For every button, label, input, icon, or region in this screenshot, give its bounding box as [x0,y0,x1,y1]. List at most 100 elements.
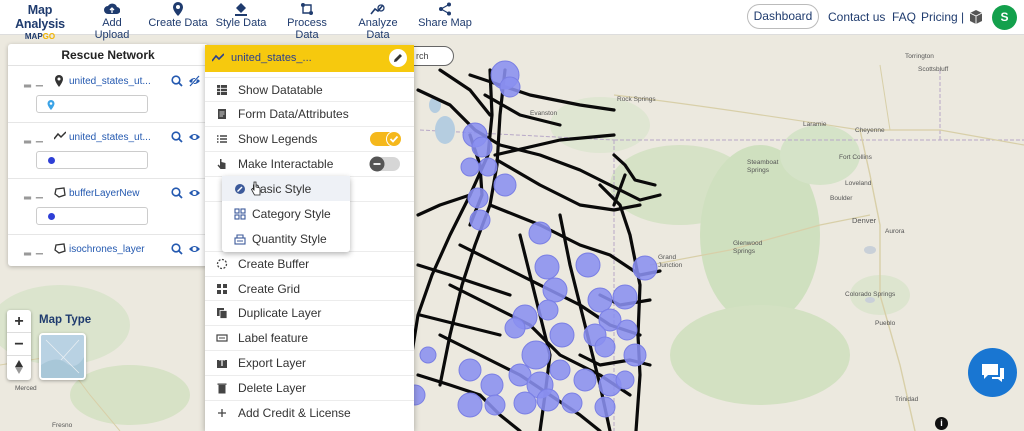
menu-header: united_states_... [205,45,414,72]
minus-knob-icon [369,156,385,172]
layer-row[interactable]: ═ ─ isochrones_layer [8,235,208,266]
drag-handle-icon[interactable]: ═ ─ [24,137,44,148]
menu-label: Duplicate Layer [238,306,322,320]
zoom-to-layer-icon[interactable] [171,131,183,143]
nav-share-map[interactable]: Share Map [418,2,472,29]
submenu-basic-style[interactable]: Basic Style [222,176,350,201]
pricing-link[interactable]: Pricing | [921,10,964,24]
map-label: Pueblo [875,320,896,327]
chat-icon [982,364,1004,382]
menu-export-layer[interactable]: Export Layer [205,350,414,374]
submenu-category-style[interactable]: Category Style [222,201,350,226]
menu-add-credit[interactable]: Add Credit & License [205,400,414,424]
search-text: rch [416,51,429,61]
map-label: Steamboat Springs [747,159,779,174]
submenu-quantity-style[interactable]: Quantity Style [222,226,350,251]
nav-add-upload[interactable]: Add Upload [84,2,140,41]
satellite-thumbnail-icon [41,335,84,378]
nav-process-data[interactable]: Process Data [274,2,340,41]
nav-create-data[interactable]: Create Data [148,2,208,29]
faq-link[interactable]: FAQ [892,10,916,24]
reset-north-button[interactable] [7,356,31,379]
grid-icon [217,284,227,294]
brand-logo[interactable]: Map Analysis MAPGO [6,3,74,41]
eye-icon[interactable] [188,187,201,199]
map-label: Loveland [845,180,872,187]
menu-create-buffer[interactable]: Create Buffer [205,251,414,275]
table-icon [217,85,227,95]
submenu-label: Category Style [252,207,331,221]
menu-make-interactable[interactable]: Make Interactable [205,151,414,175]
point-symbol-icon [47,100,55,110]
menu-form-data[interactable]: Form Data/Attributes [205,101,414,125]
layer-legend [36,95,148,113]
edit-layer-button[interactable] [389,49,407,67]
menu-delete-layer[interactable]: Delete Layer [205,375,414,399]
layer-row[interactable]: ═ ─ united_states_ut... [8,123,208,179]
zoom-to-layer-icon[interactable] [171,75,183,87]
menu-layer-name: united_states_... [231,52,312,64]
nav-label: Create Data [148,17,208,29]
map-label: Glenwood Springs [733,240,763,255]
show-legends-toggle[interactable] [370,131,402,147]
pencil-icon [394,54,402,62]
line-layer-icon [212,53,224,62]
polygon-layer-icon [54,243,66,254]
list-icon [217,135,227,143]
map-label: Rock Springs [617,96,656,103]
menu-label: Export Layer [238,356,307,370]
zoom-controls: + − [7,310,31,380]
layer-row[interactable]: ═ ─ bufferLayerNew [8,179,208,235]
menu-label-feature[interactable]: Label feature [205,325,414,349]
nav-label: Share Map [418,17,472,29]
menu-show-datatable[interactable]: Show Datatable [205,77,414,101]
menu-show-legends[interactable]: Show Legends [205,126,414,150]
chat-button[interactable] [968,348,1017,397]
nav-analyze-data[interactable]: Analyze Data [346,2,410,41]
nav-label: Analyze Data [358,17,398,41]
cloud-upload-icon [104,3,120,15]
zoom-to-layer-icon[interactable] [171,243,183,255]
contact-us-link[interactable]: Contact us [828,10,885,24]
layer-name[interactable]: united_states_ut... [69,132,151,143]
basic-style-icon [235,184,245,194]
layer-name[interactable]: united_states_ut... [69,76,151,87]
zoom-to-layer-icon[interactable] [171,187,183,199]
line-layer-icon [54,131,66,140]
map-type-thumbnail[interactable] [39,333,86,380]
zoom-in-button[interactable]: + [7,310,31,333]
dashboard-button[interactable]: Dashboard [747,4,819,29]
eye-hidden-icon[interactable] [188,75,201,87]
zoom-out-button[interactable]: − [7,333,31,356]
map-label: Boulder [830,195,853,202]
drag-handle-icon[interactable]: ═ ─ [24,193,44,204]
menu-duplicate-layer[interactable]: Duplicate Layer [205,300,414,324]
buffer-icon [216,258,228,270]
nav-label: Add Upload [94,17,130,41]
cube-icon[interactable] [968,9,984,25]
eye-icon[interactable] [188,243,201,255]
layer-name[interactable]: isochrones_layer [69,244,145,255]
point-layer-icon [55,75,63,87]
nav-style-data[interactable]: Style Data [215,2,267,29]
form-icon [218,109,226,119]
trash-icon [217,383,227,394]
info-icon[interactable]: i [935,417,948,430]
hand-cursor-icon [251,181,261,196]
drag-handle-icon[interactable]: ═ ─ [24,81,44,92]
analyze-icon [370,4,385,15]
layer-row[interactable]: ═ ─ united_states_ut... [8,67,208,123]
label-icon [216,334,228,342]
layer-name[interactable]: bufferLayerNew [69,188,139,199]
make-interactable-toggle[interactable] [369,156,400,172]
eye-icon[interactable] [188,131,201,143]
quantity-style-icon [234,234,246,245]
plus-icon [218,409,226,417]
drag-handle-icon[interactable]: ═ ─ [24,249,44,260]
menu-create-grid[interactable]: Create Grid [205,276,414,300]
menu-label: Add Credit & License [238,406,351,420]
user-avatar[interactable]: S [992,5,1017,30]
map-label: Merced [15,385,37,392]
menu-label: Show Legends [238,132,318,146]
location-pin-icon [173,2,183,16]
